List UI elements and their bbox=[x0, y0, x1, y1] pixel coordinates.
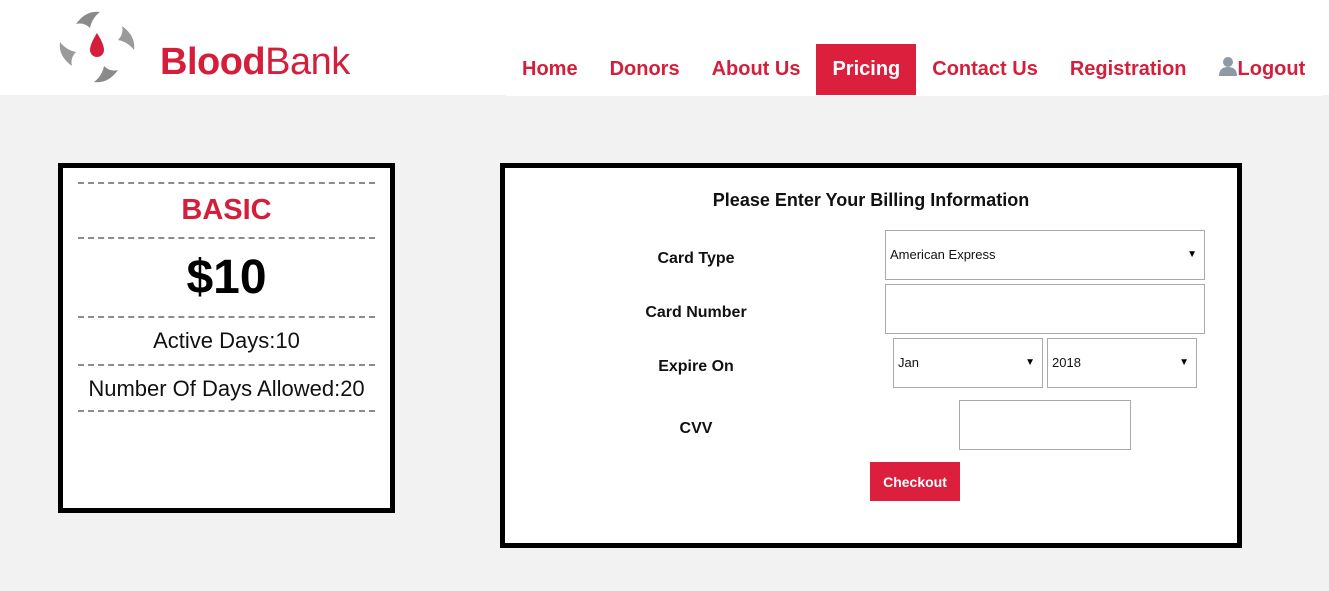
plan-active-days: Active Days:10 bbox=[78, 316, 375, 364]
expire-month-value: Jan bbox=[898, 355, 919, 370]
card-number-label: Card Number bbox=[645, 304, 747, 321]
logout-label: Logout bbox=[1237, 58, 1306, 80]
nav-about-us[interactable]: About Us bbox=[696, 44, 817, 95]
main-nav: Home Donors About Us Pricing Contact Us … bbox=[506, 44, 1323, 96]
header: BloodBank Home Donors About Us Pricing C… bbox=[0, 0, 1329, 96]
brand-logo[interactable]: BloodBank bbox=[56, 6, 350, 86]
pricing-plan-card: BASIC $10 Active Days:10 Number Of Days … bbox=[58, 163, 395, 513]
card-number-input[interactable] bbox=[885, 284, 1205, 334]
blood-drop-logo-icon bbox=[59, 11, 135, 83]
chevron-down-icon: ▼ bbox=[1179, 357, 1189, 368]
expire-on-label: Expire On bbox=[658, 358, 734, 375]
user-icon bbox=[1218, 57, 1237, 76]
card-type-label: Card Type bbox=[657, 250, 735, 267]
card-type-select[interactable]: American Express ▼ bbox=[885, 230, 1205, 280]
nav-donors[interactable]: Donors bbox=[594, 44, 696, 95]
checkout-button[interactable]: Checkout bbox=[870, 462, 960, 501]
expire-month-select[interactable]: Jan ▼ bbox=[893, 338, 1043, 388]
chevron-down-icon: ▼ bbox=[1025, 357, 1035, 368]
billing-form: Please Enter Your Billing Information Ca… bbox=[500, 163, 1242, 548]
plan-price: $10 bbox=[78, 237, 375, 316]
card-type-value: American Express bbox=[890, 247, 996, 262]
nav-contact-us[interactable]: Contact Us bbox=[916, 44, 1054, 95]
nav-pricing[interactable]: Pricing bbox=[816, 44, 917, 95]
cvv-label: CVV bbox=[679, 420, 713, 437]
cvv-input[interactable] bbox=[959, 400, 1131, 450]
brand-name: BloodBank bbox=[160, 41, 350, 83]
nav-logout[interactable]: Logout bbox=[1203, 44, 1322, 95]
plan-days-allowed: Number Of Days Allowed:20 bbox=[78, 364, 375, 412]
nav-home[interactable]: Home bbox=[506, 44, 594, 95]
nav-registration[interactable]: Registration bbox=[1054, 44, 1203, 95]
expire-year-select[interactable]: 2018 ▼ bbox=[1047, 338, 1197, 388]
expire-year-value: 2018 bbox=[1052, 355, 1081, 370]
chevron-down-icon: ▼ bbox=[1187, 249, 1197, 260]
billing-title: Please Enter Your Billing Information bbox=[712, 190, 1030, 210]
plan-name: BASIC bbox=[78, 182, 375, 237]
